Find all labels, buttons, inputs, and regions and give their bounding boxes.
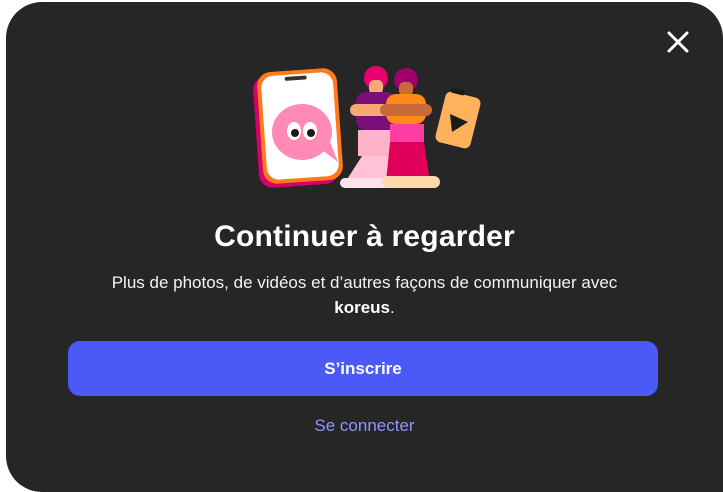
login-link[interactable]: Se connecter — [6, 416, 723, 436]
subtitle-end: . — [390, 298, 395, 317]
subtitle-text: Plus de photos, de vidéos et d’autres fa… — [111, 273, 618, 292]
signup-button[interactable]: S’inscrire — [68, 341, 658, 396]
channel-name: koreus — [334, 298, 390, 317]
dialog-title: Continuer à regarder — [214, 220, 515, 253]
characters-illustration — [253, 66, 481, 188]
signup-dialog: Continuer à regarder Plus de photos, de … — [6, 2, 723, 492]
dialog-subtitle: Plus de photos, de vidéos et d’autres fa… — [66, 270, 663, 320]
play-card-illustration — [435, 87, 481, 149]
close-button[interactable] — [662, 26, 694, 58]
close-icon — [667, 31, 689, 53]
